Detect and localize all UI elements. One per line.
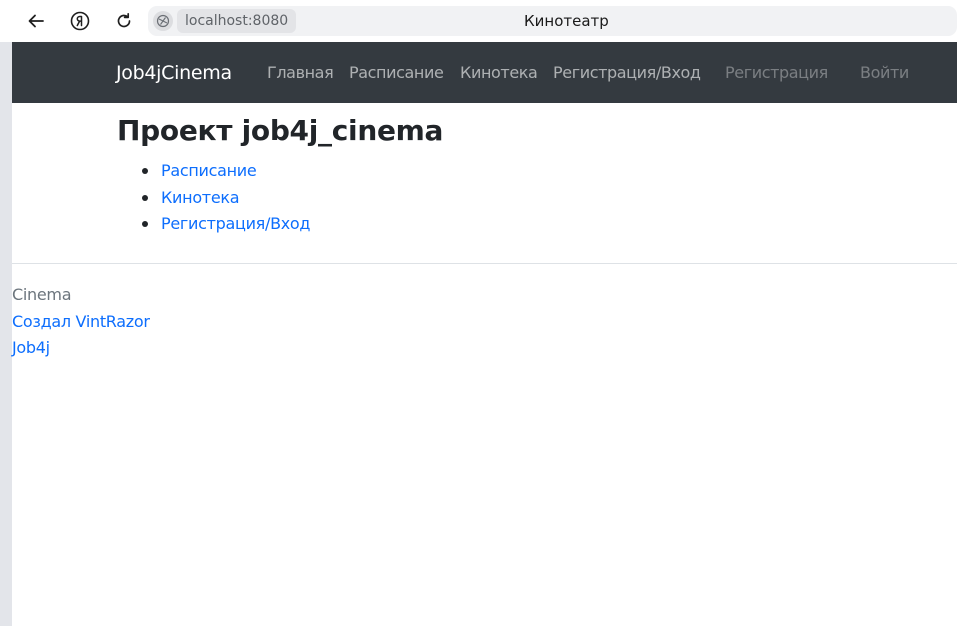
window-left-edge bbox=[0, 0, 12, 626]
nav-link-schedule[interactable]: Расписание bbox=[349, 63, 444, 83]
url-text[interactable]: localhost:8080 bbox=[177, 9, 297, 33]
footer-text: Cinema bbox=[12, 285, 72, 304]
list-item: Расписание bbox=[141, 159, 310, 186]
browser-toolbar: localhost:8080 Кинотеатр bbox=[0, 0, 957, 42]
back-arrow-icon[interactable] bbox=[24, 9, 48, 33]
bullet-icon bbox=[142, 221, 148, 227]
site-info-icon[interactable] bbox=[153, 11, 173, 31]
footer-divider bbox=[12, 263, 957, 264]
page-title: Проект job4j_cinema bbox=[117, 114, 444, 147]
nav-link-films[interactable]: Кинотека bbox=[460, 63, 538, 83]
main-link-list: Расписание Кинотека Регистрация/Вход bbox=[141, 159, 310, 239]
bullet-icon bbox=[142, 194, 148, 201]
link-films[interactable]: Кинотека bbox=[161, 188, 240, 207]
nav-link-login[interactable]: Войти bbox=[860, 63, 909, 83]
nav-link-auth[interactable]: Регистрация/Вход bbox=[553, 63, 701, 83]
yandex-icon[interactable] bbox=[68, 9, 92, 33]
nav-link-register[interactable]: Регистрация bbox=[725, 63, 828, 83]
reload-icon[interactable] bbox=[112, 9, 136, 33]
link-schedule[interactable]: Расписание bbox=[161, 161, 257, 180]
tab-title: Кинотеатр bbox=[524, 12, 609, 30]
list-item: Регистрация/Вход bbox=[141, 212, 310, 239]
navbar-brand[interactable]: Job4jCinema bbox=[116, 61, 232, 85]
bullet-icon bbox=[142, 168, 148, 174]
nav-link-home[interactable]: Главная bbox=[267, 63, 334, 83]
list-item: Кинотека bbox=[141, 186, 310, 213]
footer-job4j-link[interactable]: Job4j bbox=[12, 337, 50, 359]
footer-author-link[interactable]: Создал VintRazor bbox=[12, 311, 150, 333]
link-auth[interactable]: Регистрация/Вход bbox=[161, 214, 310, 233]
